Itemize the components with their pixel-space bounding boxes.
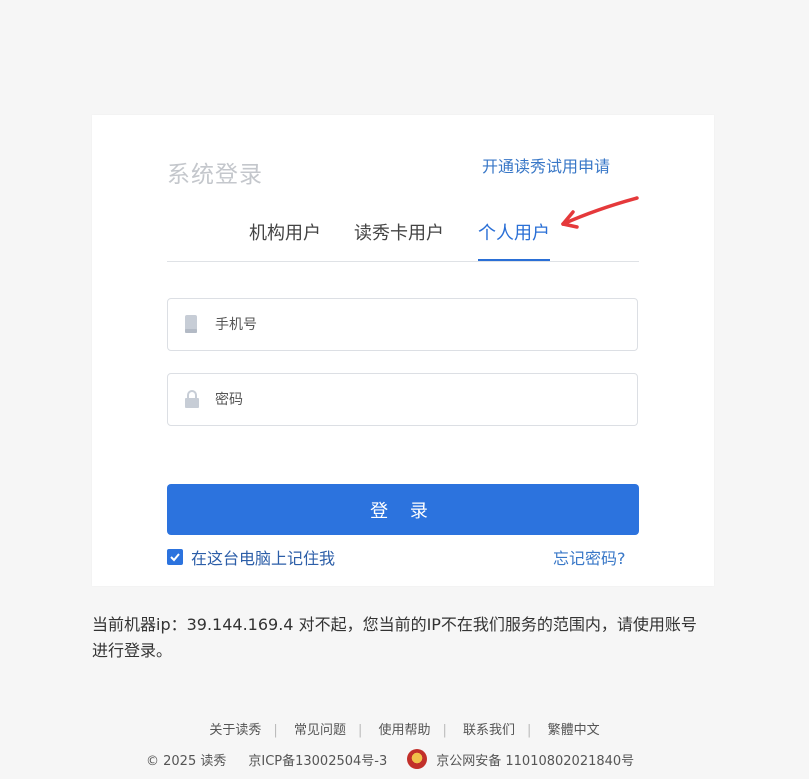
- tab-institution-user[interactable]: 机构用户: [249, 219, 321, 254]
- icp-number[interactable]: 京ICP备13002504号-3: [248, 750, 387, 769]
- police-badge-icon: [407, 749, 428, 769]
- footer-links: 关于读秀 | 常见问题 | 使用帮助 | 联系我们 | 繁體中文: [209, 723, 600, 738]
- remember-checkbox[interactable]: [167, 549, 183, 565]
- footer-link-about[interactable]: 关于读秀: [209, 723, 261, 738]
- remember-label: 在这台电脑上记住我: [191, 549, 336, 568]
- ip-notice: 当前机器ip：39.144.169.4 对不起，您当前的IP不在我们服务的范围内…: [92, 615, 697, 660]
- footer-link-contact[interactable]: 联系我们: [463, 723, 515, 738]
- page-title: 系统登录: [167, 162, 263, 188]
- lock-icon: [184, 390, 199, 408]
- forgot-password-link[interactable]: 忘记密码?: [553, 545, 626, 569]
- tab-card-user[interactable]: 读秀卡用户: [354, 219, 444, 254]
- copyright: © 2025 读秀: [146, 753, 227, 769]
- footer-link-traditional-chinese[interactable]: 繁體中文: [548, 723, 600, 738]
- footer-link-help[interactable]: 使用帮助: [378, 723, 430, 738]
- footer-link-faq[interactable]: 常见问题: [294, 723, 346, 738]
- password-field[interactable]: [167, 373, 638, 426]
- trial-application-link[interactable]: 开通读秀试用申请: [482, 153, 610, 177]
- login-button[interactable]: 登 录: [167, 484, 639, 535]
- police-record[interactable]: 京公网安备 11010802021840号: [436, 750, 634, 769]
- tab-personal-user[interactable]: 个人用户: [478, 219, 550, 261]
- phone-field[interactable]: [167, 298, 638, 351]
- footer-bottom: © 2025 读秀 京ICP备13002504号-3 京公网安备 1101080…: [146, 749, 634, 769]
- check-icon: [170, 553, 180, 562]
- login-card: 系统登录 开通读秀试用申请 机构用户 读秀卡用户 个人用户 登 录: [92, 115, 714, 586]
- phone-input[interactable]: [213, 299, 617, 350]
- remember-me[interactable]: 在这台电脑上记住我: [167, 545, 335, 569]
- phone-icon: [184, 315, 198, 333]
- annotation-arrow-icon: [561, 196, 639, 229]
- password-input[interactable]: [213, 374, 617, 425]
